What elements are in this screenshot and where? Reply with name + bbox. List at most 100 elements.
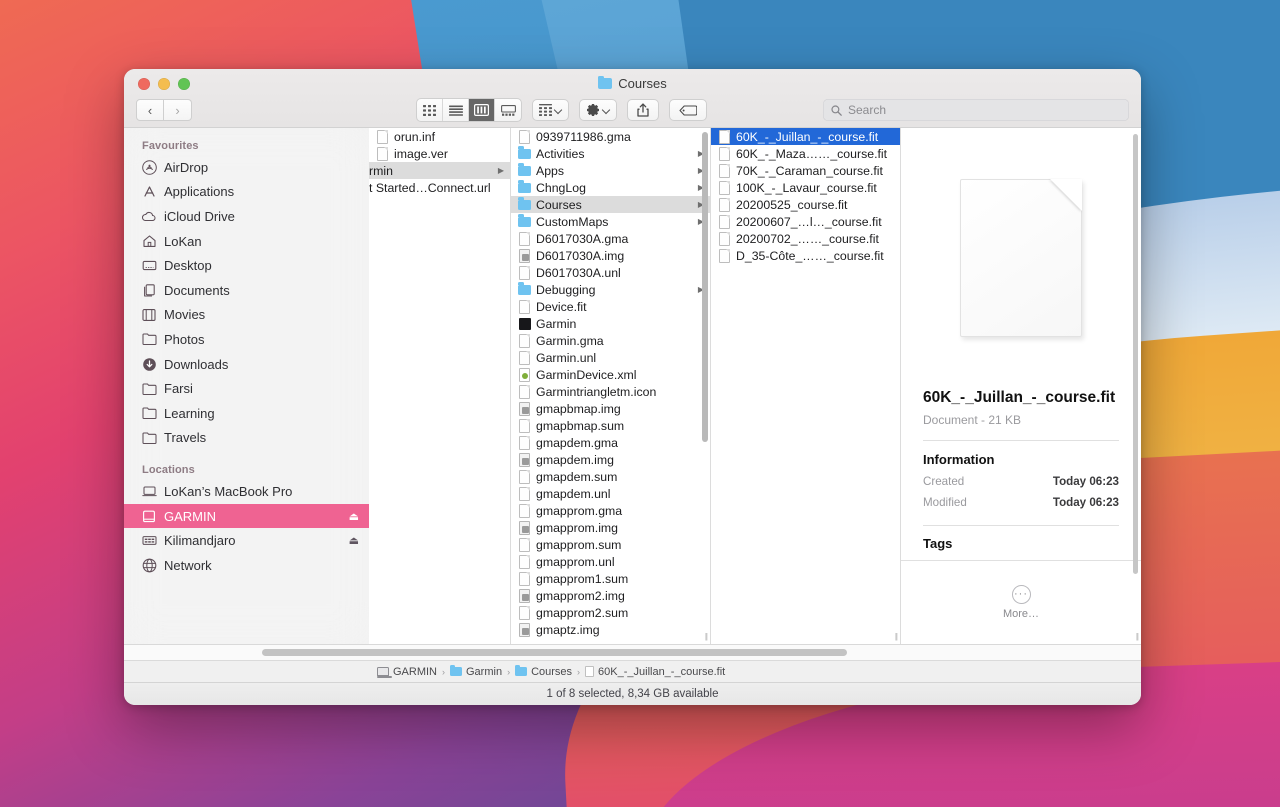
list-view-button[interactable] <box>443 99 469 121</box>
path-item-garmin-folder[interactable]: Garmin <box>450 665 503 678</box>
back-button[interactable]: ‹ <box>136 99 164 121</box>
file-row[interactable]: 20200525_course.fit <box>711 196 900 213</box>
file-row[interactable]: Garmin.unl <box>511 349 710 366</box>
file-row[interactable]: gmapprom1.sum <box>511 570 710 587</box>
file-row[interactable]: 0939711986.gma <box>511 128 710 145</box>
sidebar-item-travels[interactable]: Travels <box>124 426 369 451</box>
sidebar-item-icloud-drive[interactable]: iCloud Drive <box>124 204 369 229</box>
sidebar-item-kilimandjaro[interactable]: Kilimandjaro ⏏ <box>124 528 369 553</box>
file-row[interactable]: gmapprom.img <box>511 519 710 536</box>
path-item-garmin[interactable]: GARMIN <box>376 666 437 678</box>
column-view-button[interactable] <box>469 99 495 121</box>
path-bar: GARMIN › Garmin › Courses › 60K_-_Juilla… <box>124 660 1141 682</box>
action-menu-button[interactable] <box>579 99 617 121</box>
file-row[interactable]: D6017030A.img <box>511 247 710 264</box>
file-row[interactable]: gmapprom.gma <box>511 502 710 519</box>
binary-file-icon <box>518 588 531 603</box>
status-bar: 1 of 8 selected, 8,34 GB available <box>124 682 1141 705</box>
file-row[interactable]: Device.fit <box>511 298 710 315</box>
file-row[interactable]: gmapdem.img <box>511 451 710 468</box>
file-row[interactable]: D6017030A.gma <box>511 230 710 247</box>
sidebar-item-documents[interactable]: Documents <box>124 278 369 303</box>
file-row[interactable]: CustomMaps ▶ <box>511 213 710 230</box>
file-row[interactable]: Apps ▶ <box>511 162 710 179</box>
column-root[interactable]: orun.inf image.ver rmin ▶ t Started…Conn… <box>369 128 511 644</box>
file-row[interactable]: gmapdem.sum <box>511 468 710 485</box>
file-row[interactable]: gmaptz.img <box>511 621 710 638</box>
file-row[interactable]: Activities ▶ <box>511 145 710 162</box>
sidebar-item-downloads[interactable]: Downloads <box>124 352 369 377</box>
file-row[interactable]: image.ver <box>369 145 510 162</box>
sidebar-item-photos[interactable]: Photos <box>124 327 369 352</box>
file-row[interactable]: gmapdem.gma <box>511 434 710 451</box>
file-row[interactable]: Courses ▶ <box>511 196 710 213</box>
file-row[interactable]: orun.inf <box>369 128 510 145</box>
column-resize-grip[interactable]: || <box>895 632 898 641</box>
file-row[interactable]: Debugging ▶ <box>511 281 710 298</box>
search-input[interactable]: Search <box>823 99 1129 121</box>
file-row[interactable]: 60K_-_Juillan_-_course.fit <box>711 128 900 145</box>
file-row[interactable]: Garmin.gma <box>511 332 710 349</box>
path-label: Garmin <box>466 665 503 678</box>
window-body: Favourites AirDrop Applications iCloud D… <box>124 127 1141 644</box>
file-row[interactable]: GarminDevice.xml <box>511 366 710 383</box>
file-row[interactable]: gmapprom.unl <box>511 553 710 570</box>
file-row[interactable]: gmapprom2.img <box>511 587 710 604</box>
sidebar-item-desktop[interactable]: Desktop <box>124 253 369 278</box>
file-row[interactable]: D6017030A.unl <box>511 264 710 281</box>
disk-icon <box>376 667 392 678</box>
share-button[interactable] <box>627 99 659 121</box>
chevron-left-icon: ‹ <box>147 102 153 118</box>
file-row[interactable]: 100K_-_Lavaur_course.fit <box>711 179 900 196</box>
preview-resize-grip[interactable]: || <box>1136 632 1139 641</box>
sidebar-item-label: Desktop <box>164 258 212 274</box>
file-row[interactable]: gmapprom2.sum <box>511 604 710 621</box>
more-button[interactable]: ··· More… <box>923 584 1119 620</box>
column-courses[interactable]: 60K_-_Juillan_-_course.fit 60K_-_Maza……_c… <box>711 128 901 644</box>
gallery-view-button[interactable] <box>495 99 521 121</box>
sidebar-item-macbook-pro[interactable]: LoKan’s MacBook Pro <box>124 479 369 504</box>
sidebar-item-applications[interactable]: Applications <box>124 180 369 205</box>
file-name: D6017030A.unl <box>536 265 621 280</box>
file-row[interactable]: Garmintriangletm.icon <box>511 383 710 400</box>
file-row[interactable]: gmapbmap.sum <box>511 417 710 434</box>
column-garmin[interactable]: 0939711986.gma Activities ▶ Apps ▶ ChngLog ▶ Co… <box>511 128 711 644</box>
sidebar-item-learning[interactable]: Learning <box>124 401 369 426</box>
file-row[interactable]: 60K_-_Maza……_course.fit <box>711 145 900 162</box>
file-row[interactable]: t Started…Connect.url <box>369 179 510 196</box>
file-row[interactable]: gmapprom.sum <box>511 536 710 553</box>
file-row[interactable]: 70K_-_Caraman_course.fit <box>711 162 900 179</box>
folder-row-garmin[interactable]: rmin ▶ <box>369 162 510 179</box>
preview-scrollbar[interactable] <box>1133 134 1138 574</box>
path-item-file[interactable]: 60K_-_Juillan_-_course.fit <box>585 666 725 678</box>
document-icon <box>518 418 531 433</box>
folder-icon <box>450 665 462 676</box>
document-icon <box>718 197 731 212</box>
file-row[interactable]: 20200607_…l…_course.fit <box>711 213 900 230</box>
file-row[interactable]: ChngLog ▶ <box>511 179 710 196</box>
sidebar-item-network[interactable]: Network <box>124 553 369 578</box>
file-row[interactable]: 20200702_……_course.fit <box>711 230 900 247</box>
sidebar-item-lokan[interactable]: LoKan <box>124 229 369 254</box>
group-by-button[interactable] <box>532 99 569 121</box>
column-resize-grip[interactable]: || <box>705 632 708 641</box>
tags-button[interactable] <box>669 99 707 121</box>
icon-view-button[interactable] <box>417 99 443 121</box>
sidebar-item-garmin[interactable]: GARMIN ⏏ <box>124 503 369 529</box>
file-row[interactable]: Garmin <box>511 315 710 332</box>
forward-button[interactable]: › <box>164 99 192 121</box>
horizontal-scrollbar[interactable] <box>124 644 1141 660</box>
eject-icon[interactable]: ⏏ <box>349 534 359 547</box>
document-icon <box>518 554 531 569</box>
sidebar-item-airdrop[interactable]: AirDrop <box>124 155 369 180</box>
eject-icon[interactable]: ⏏ <box>349 510 359 523</box>
path-item-courses[interactable]: Courses <box>515 665 572 678</box>
sidebar-item-movies[interactable]: Movies <box>124 303 369 328</box>
file-row[interactable]: gmapdem.unl <box>511 485 710 502</box>
document-icon <box>518 384 531 399</box>
file-row[interactable]: D_35-Côte_……_course.fit <box>711 247 900 264</box>
horizontal-scrollbar-thumb[interactable] <box>262 649 847 656</box>
column-scrollbar[interactable] <box>702 132 708 442</box>
file-row[interactable]: gmapbmap.img <box>511 400 710 417</box>
sidebar-item-farsi[interactable]: Farsi <box>124 376 369 401</box>
